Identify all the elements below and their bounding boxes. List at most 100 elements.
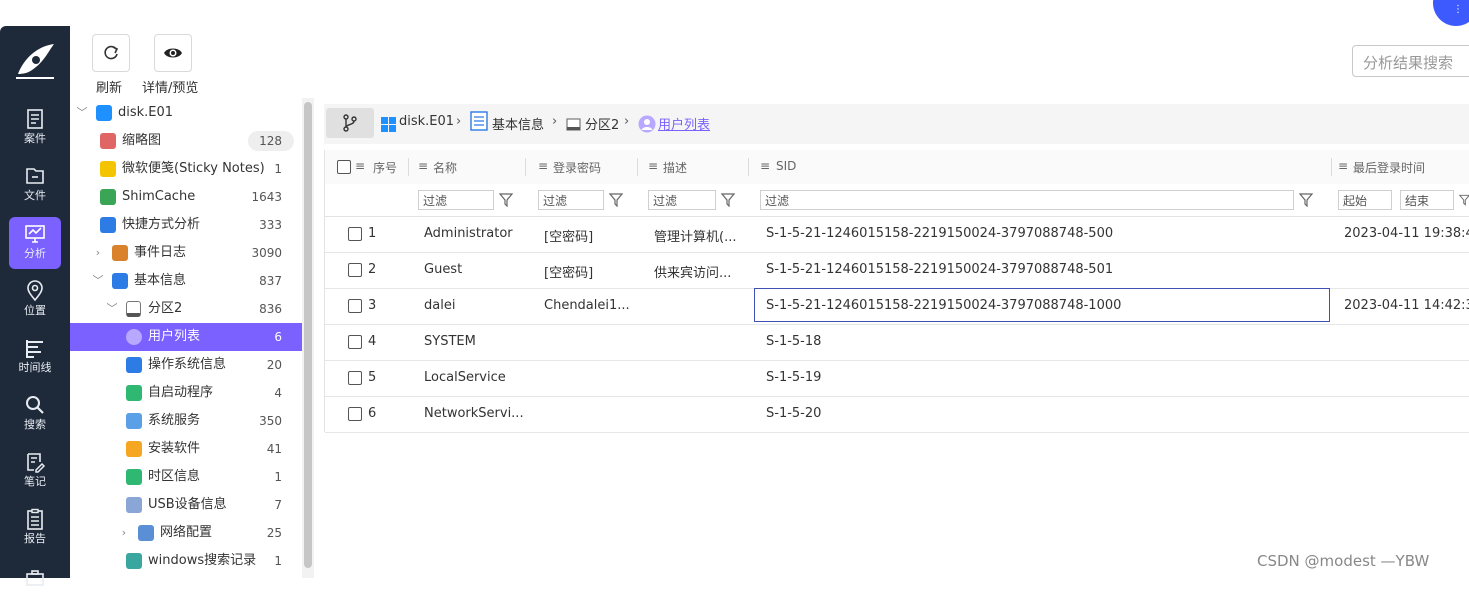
header-password[interactable]: 登录密码 [553, 159, 601, 176]
filter-icon[interactable] [721, 193, 735, 207]
refresh-button[interactable] [92, 34, 130, 72]
nav-item-timeline[interactable]: 时间线 [9, 331, 61, 383]
login-end-input[interactable]: 结束 [1400, 190, 1454, 210]
breadcrumb-user-list[interactable]: 用户列表 [658, 114, 710, 133]
cell-no: 2 [368, 262, 377, 277]
header-last-login[interactable]: 最后登录时间 [1353, 159, 1425, 176]
sid-filter-input[interactable]: 过滤 [760, 190, 1294, 210]
tree-item-label: disk.E01 [118, 105, 174, 120]
header-desc[interactable]: 描述 [663, 159, 687, 176]
login-start-input[interactable]: 起始 [1338, 190, 1392, 210]
table-row[interactable]: 1 Administrator [空密码] 管理计算机(... S-1-5-21-124… [325, 216, 1469, 253]
chevron-down-icon[interactable]: ﹀ [106, 295, 118, 323]
tree-item[interactable]: 微软便笺(Sticky Notes) 1 [70, 155, 302, 183]
tree-item[interactable]: ﹀ disk.E01 [70, 99, 302, 127]
preview-button[interactable] [154, 34, 192, 72]
nav-item-report[interactable]: 报告 [9, 502, 61, 554]
breadcrumb-separator: › [624, 114, 630, 129]
tree-item[interactable]: 时区信息 1 [70, 463, 302, 491]
tree-item[interactable]: 缩略图 128 [70, 127, 302, 155]
nav-item-search[interactable]: 搜索 [9, 388, 61, 440]
nav-item-case[interactable]: 案件 [9, 102, 61, 154]
row-checkbox[interactable] [348, 299, 362, 313]
cell-name: LocalService [424, 370, 506, 385]
preview-label: 详情/预览 [142, 81, 199, 96]
table-row[interactable]: 2 Guest [空密码] 供来宾访问... S-1-5-21-1246015158-2… [325, 252, 1469, 289]
tree-item-label: 安装软件 [148, 441, 201, 456]
analysis-search-input[interactable]: 分析结果搜索 [1352, 45, 1469, 77]
cell-name: dalei [424, 298, 456, 313]
row-checkbox[interactable] [348, 407, 362, 421]
row-checkbox[interactable] [348, 263, 362, 277]
tree-item[interactable]: USB设备信息 7 [70, 491, 302, 519]
tree-item[interactable]: › 事件日志 3090 [70, 239, 302, 267]
tree-item-label: 事件日志 [134, 245, 187, 260]
cell-no: 5 [368, 370, 377, 385]
breadcrumb-partition[interactable]: 分区2 [585, 114, 619, 133]
nav-item-location[interactable]: 位置 [9, 274, 61, 326]
nav-item-label: 搜索 [24, 418, 46, 431]
filter-icon[interactable] [499, 193, 513, 207]
tree-item-label: 网络配置 [160, 525, 213, 540]
table-row[interactable]: 5 LocalService S-1-5-19 [325, 360, 1469, 397]
cell-last-login: 2023-04-11 14:42:37 [1344, 298, 1469, 313]
filter-icon[interactable] [1299, 193, 1313, 207]
branch-button[interactable] [326, 108, 374, 138]
column-divider[interactable] [1331, 158, 1332, 176]
breadcrumb-disk[interactable]: disk.E01 [399, 114, 454, 129]
shortcut-icon [100, 217, 116, 233]
column-divider[interactable] [637, 158, 638, 176]
breadcrumb-basic-info[interactable]: 基本信息 [492, 114, 544, 133]
tree-item[interactable]: 快捷方式分析 333 [70, 211, 302, 239]
row-checkbox[interactable] [348, 335, 362, 349]
row-checkbox[interactable] [348, 371, 362, 385]
cell-sid: S-1-5-20 [766, 406, 822, 421]
tree-item[interactable]: ShimCache 1643 [70, 183, 302, 211]
tree-item[interactable]: ﹀ 基本信息 837 [70, 267, 302, 295]
desc-filter-input[interactable]: 过滤 [648, 190, 716, 210]
tree-item-label: 系统服务 [148, 413, 201, 428]
tree-item[interactable]: 用户列表 6 [70, 323, 302, 351]
chevron-right-icon[interactable]: › [118, 519, 130, 547]
filter-icon[interactable] [609, 193, 623, 207]
column-divider[interactable] [408, 158, 409, 176]
nav-item-more[interactable] [9, 559, 61, 611]
tree-item-label: ShimCache [122, 189, 196, 204]
watermark: CSDN @modest —YBW [1257, 552, 1430, 570]
password-filter-input[interactable]: 过滤 [538, 190, 604, 210]
windows-icon [96, 105, 112, 121]
row-checkbox[interactable] [348, 227, 362, 241]
chevron-down-icon[interactable]: ﹀ [92, 267, 104, 295]
shimcache-icon [100, 189, 116, 205]
tree-item[interactable]: ﹀ 分区2 836 [70, 295, 302, 323]
tree-item[interactable]: windows搜索记录 1 [70, 547, 302, 575]
sticky-notes-icon [100, 161, 116, 177]
table-row[interactable]: 6 NetworkServi... S-1-5-20 [325, 396, 1469, 433]
filter-icon[interactable] [1459, 193, 1469, 207]
column-divider[interactable] [748, 158, 749, 176]
table-row[interactable]: 3 dalei Chendalei1... S-1-5-21-1246015158-2… [325, 288, 1469, 325]
os-info-icon [126, 357, 142, 373]
tree-item[interactable]: 系统服务 350 [70, 407, 302, 435]
tree-item[interactable]: › 网络配置 25 [70, 519, 302, 547]
header-sid[interactable]: SID [776, 159, 796, 173]
nav-item-file[interactable]: 文件 [9, 159, 61, 211]
header-no[interactable]: 序号 [373, 159, 397, 176]
chevron-down-icon[interactable]: ﹀ [76, 99, 88, 127]
name-filter-input[interactable]: 过滤 [418, 190, 494, 210]
header-name[interactable]: 名称 [433, 159, 457, 176]
table-row[interactable]: 4 SYSTEM S-1-5-18 [325, 324, 1469, 361]
tree-item[interactable]: 操作系统信息 20 [70, 351, 302, 379]
tree-item-count: 1643 [251, 190, 282, 204]
column-sort-icon: ≡ [760, 159, 771, 173]
select-all-checkbox[interactable] [337, 160, 351, 174]
tree-item[interactable]: 自启动程序 4 [70, 379, 302, 407]
chevron-right-icon[interactable]: › [92, 239, 104, 267]
tree-item[interactable]: 安装软件 41 [70, 435, 302, 463]
nav-item-analysis[interactable]: 分析 [9, 217, 61, 269]
column-divider[interactable] [525, 158, 526, 176]
tree-scrollbar-thumb[interactable] [304, 102, 312, 568]
search-history-icon [126, 553, 142, 569]
nav-item-notes[interactable]: 笔记 [9, 445, 61, 497]
tree-item-count: 1 [274, 554, 282, 568]
